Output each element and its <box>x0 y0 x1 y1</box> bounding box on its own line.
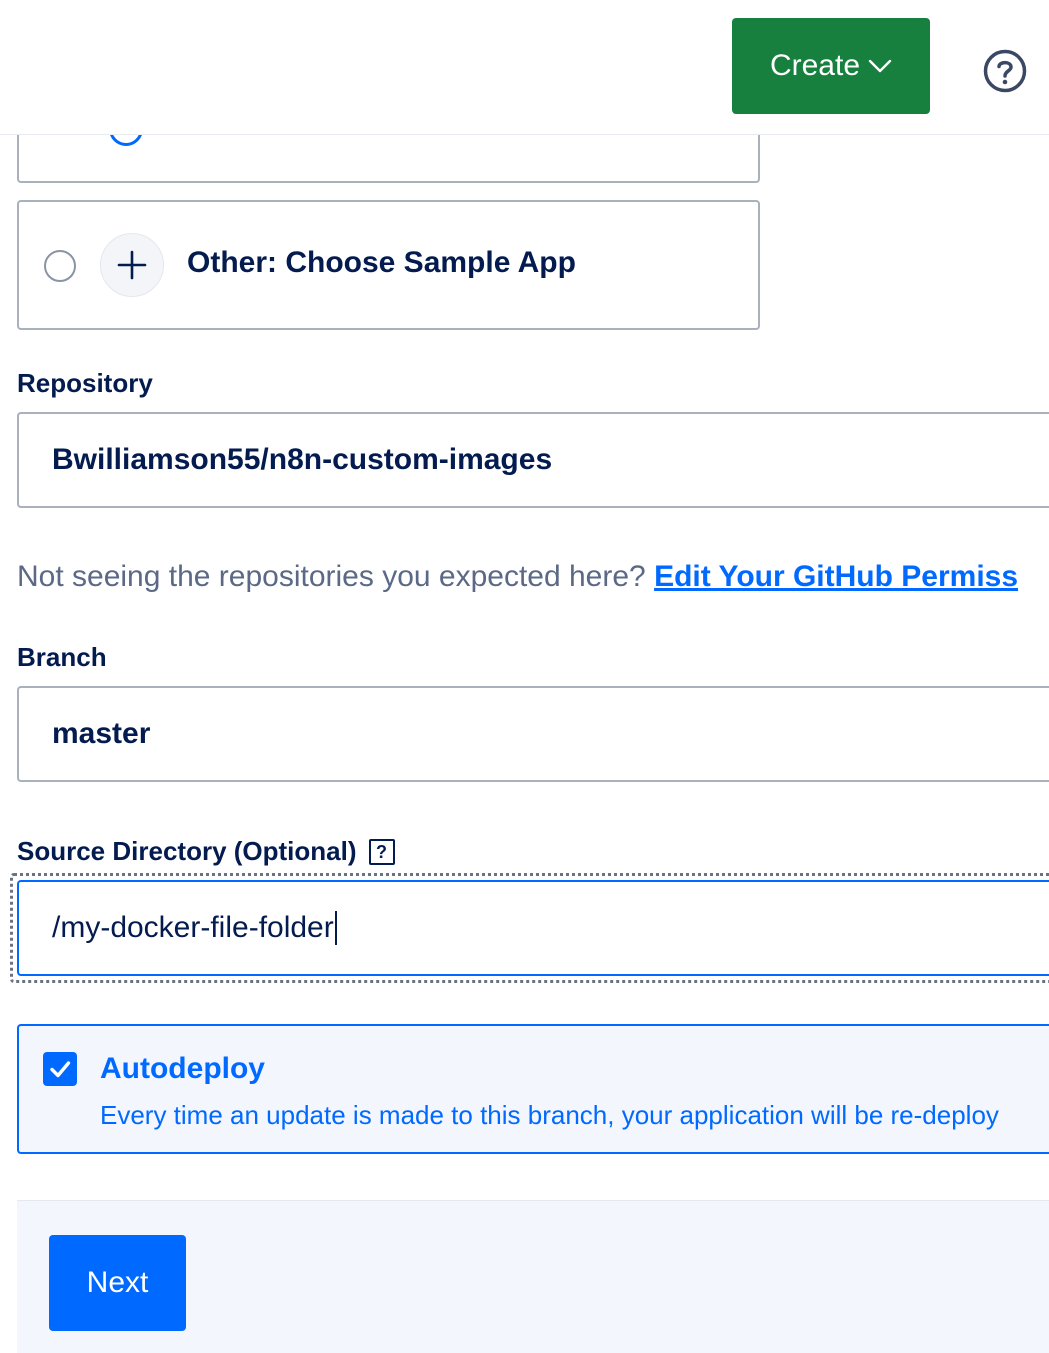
repository-hint-text: Not seeing the repositories you expected… <box>17 560 646 593</box>
autodeploy-title: Autodeploy <box>100 1052 265 1085</box>
autodeploy-panel: Autodeploy Every time an update is made … <box>17 1024 1049 1154</box>
repository-label: Repository <box>17 368 153 398</box>
help-icon[interactable]: ? <box>368 839 395 865</box>
autodeploy-checkbox[interactable] <box>43 1052 77 1086</box>
source-directory-input[interactable]: /my-docker-file-folder <box>17 880 1049 976</box>
repository-hint: Not seeing the repositories you expected… <box>17 560 1018 594</box>
question-circle-icon[interactable] <box>983 49 1027 93</box>
form-footer: Next <box>17 1200 1049 1353</box>
next-button[interactable]: Next <box>49 1235 186 1331</box>
create-button[interactable]: Create <box>732 18 930 114</box>
source-directory-value: /my-docker-file-folder <box>52 911 334 944</box>
chevron-down-icon <box>868 59 892 73</box>
checkmark-icon <box>50 1061 71 1078</box>
app-create-page: Create Other: Choose Sample App Reposito… <box>0 0 1049 1353</box>
repository-value: Bwilliamson55/n8n-custom-images <box>52 443 553 476</box>
sample-app-label: Other: Choose Sample App <box>187 246 576 279</box>
source-directory-label: Source Directory (Optional)? <box>17 836 395 867</box>
create-button-label: Create <box>769 49 861 82</box>
top-header: Create <box>0 0 1049 135</box>
sample-app-radio[interactable] <box>44 250 76 282</box>
source-directory-label-text: Source Directory (Optional) <box>17 836 357 866</box>
edit-github-permissions-link[interactable]: Edit Your GitHub Permiss <box>654 560 1018 593</box>
branch-label: Branch <box>17 642 107 672</box>
text-cursor <box>334 911 337 945</box>
repository-select[interactable]: Bwilliamson55/n8n-custom-images <box>17 412 1049 508</box>
plus-icon <box>100 233 164 297</box>
sample-app-option-card[interactable]: Other: Choose Sample App <box>17 200 760 330</box>
autodeploy-description: Every time an update is made to this bra… <box>100 1100 999 1130</box>
branch-select[interactable]: master <box>17 686 1049 782</box>
branch-value: master <box>52 717 151 750</box>
